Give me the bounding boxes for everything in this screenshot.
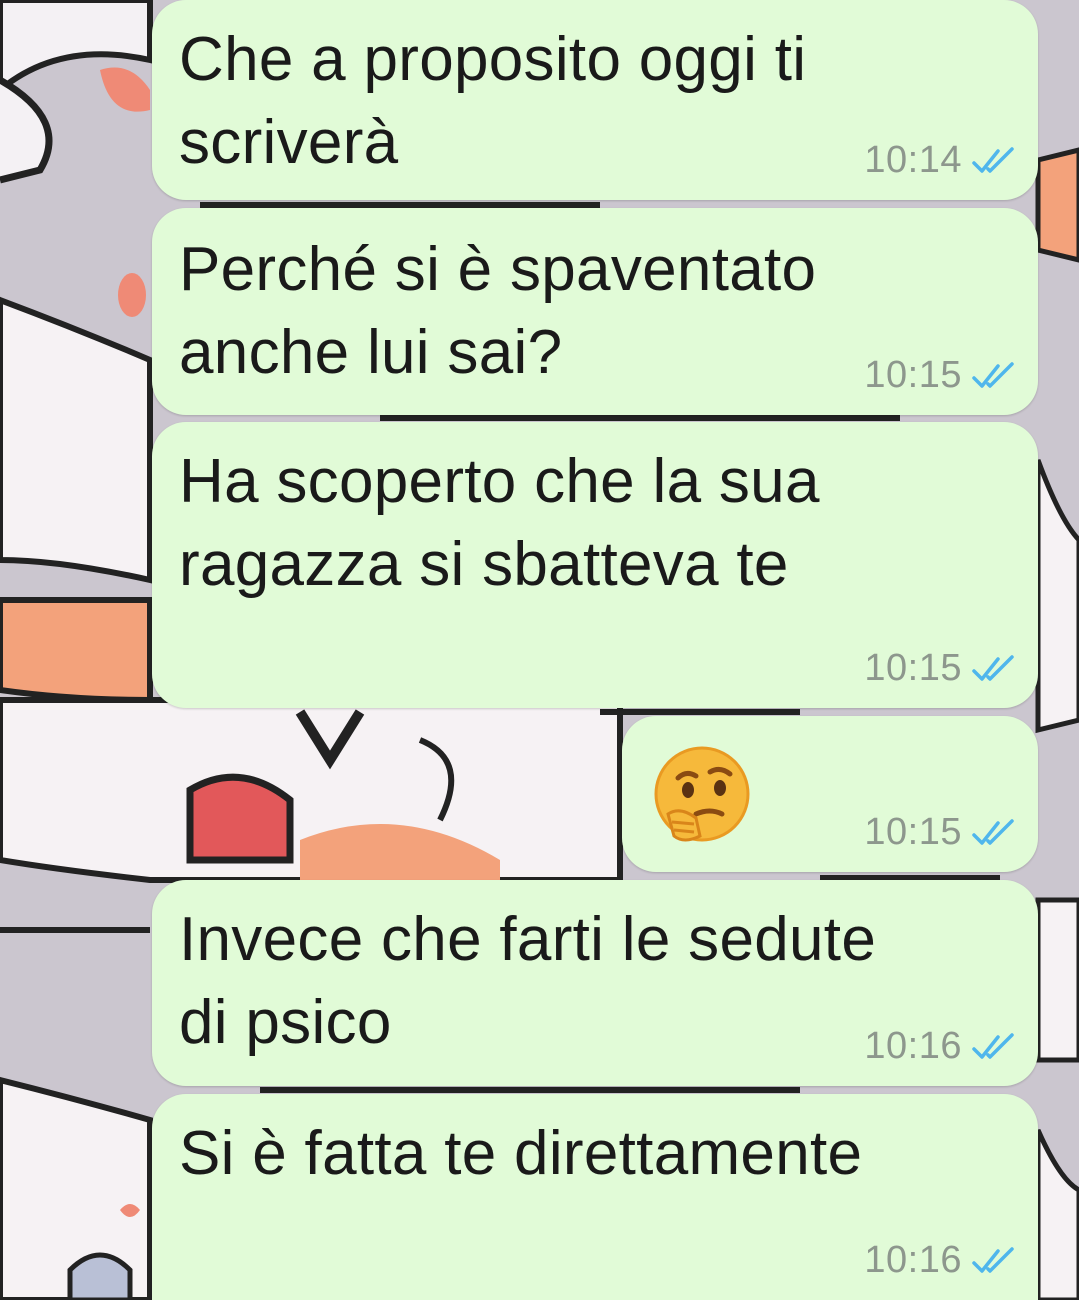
message-time: 10:14 (864, 139, 962, 181)
message-text: Perché si è spaventato anche lui sai? (179, 228, 979, 394)
thinking-face-emoji-icon (654, 746, 750, 842)
message-line: Perché si è spaventato (179, 235, 817, 304)
read-double-check-icon (972, 1246, 1014, 1273)
message-time: 10:16 (864, 1025, 962, 1067)
message-text: Si è fatta te direttamente (179, 1112, 979, 1195)
message-time: 10:15 (864, 354, 962, 396)
read-double-check-icon (972, 818, 1014, 845)
message-time: 10:16 (864, 1239, 962, 1281)
message-bubble[interactable]: Invece che farti le sedute di psico 10:1… (152, 880, 1038, 1086)
message-text: Invece che farti le sedute di psico (179, 898, 979, 1064)
message-meta: 10:15 (864, 811, 1016, 854)
read-double-check-icon (972, 146, 1014, 173)
message-line: Che a proposito oggi ti (179, 25, 807, 94)
message-meta: 10:14 (864, 139, 1016, 182)
message-line: ragazza si sbatteva te (179, 530, 789, 599)
message-bubble[interactable]: Ha scoperto che la sua ragazza si sbatte… (152, 422, 1038, 708)
message-meta: 10:15 (864, 354, 1016, 397)
read-double-check-icon (972, 654, 1014, 681)
message-bubble[interactable]: 10:15 (622, 716, 1038, 872)
read-double-check-icon (972, 361, 1014, 388)
message-line: Invece che farti le sedute (179, 905, 877, 974)
read-double-check-icon (972, 1032, 1014, 1059)
message-meta: 10:16 (864, 1025, 1016, 1068)
message-text: Che a proposito oggi ti scriverà (179, 18, 979, 184)
message-line: di psico (179, 988, 392, 1057)
message-line: Si è fatta te direttamente (179, 1119, 863, 1188)
message-bubble[interactable]: Che a proposito oggi ti scriverà 10:14 (152, 0, 1038, 200)
message-bubble[interactable]: Perché si è spaventato anche lui sai? 10… (152, 208, 1038, 415)
message-meta: 10:16 (864, 1239, 1016, 1282)
message-time: 10:15 (864, 647, 962, 689)
message-text: Ha scoperto che la sua ragazza si sbatte… (179, 440, 979, 606)
message-line: Ha scoperto che la sua (179, 447, 820, 516)
message-meta: 10:15 (864, 647, 1016, 690)
message-bubble[interactable]: Si è fatta te direttamente 10:16 (152, 1094, 1038, 1300)
message-line: anche lui sai? (179, 318, 563, 387)
message-line: scriverà (179, 108, 399, 177)
message-time: 10:15 (864, 811, 962, 853)
